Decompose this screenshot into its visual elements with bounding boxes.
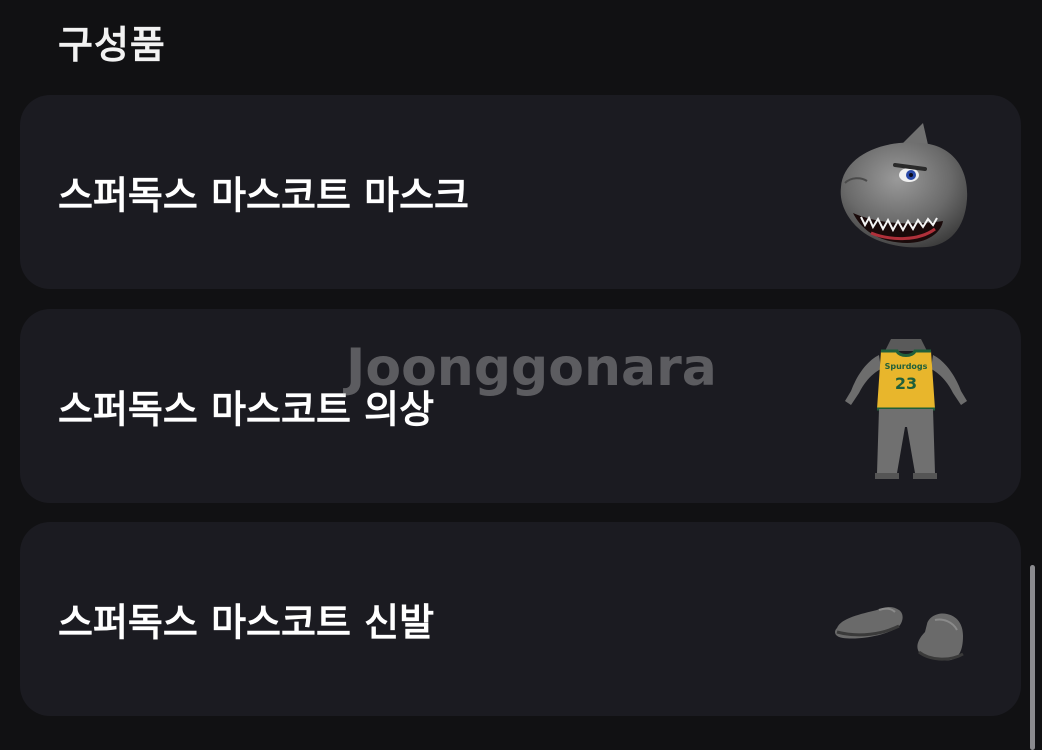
- scrollbar[interactable]: [1030, 565, 1035, 750]
- jersey-number: 23: [895, 374, 917, 393]
- shark-mask-icon: [840, 123, 968, 248]
- mascot-shoes-icon: [835, 607, 964, 661]
- page: 구성품 스퍼독스 마스코트 마스크 스퍼독스 마스코트 의상 Spurdogs …: [0, 0, 1042, 750]
- item-label: 스퍼독스 마스코트 의상: [58, 387, 435, 432]
- item-card-mask[interactable]: 스퍼독스 마스코트 마스크: [20, 95, 1021, 289]
- mascot-costume-icon: Spurdogs 23: [845, 339, 967, 479]
- section-title: 구성품: [58, 23, 166, 67]
- item-label: 스퍼독스 마스코트 마스크: [58, 173, 470, 218]
- item-card-costume[interactable]: 스퍼독스 마스코트 의상 Spurdogs 23: [20, 309, 1021, 503]
- item-card-shoes[interactable]: 스퍼독스 마스코트 신발: [20, 522, 1021, 716]
- item-label: 스퍼독스 마스코트 신발: [58, 600, 435, 645]
- svg-text:Spurdogs: Spurdogs: [885, 362, 928, 371]
